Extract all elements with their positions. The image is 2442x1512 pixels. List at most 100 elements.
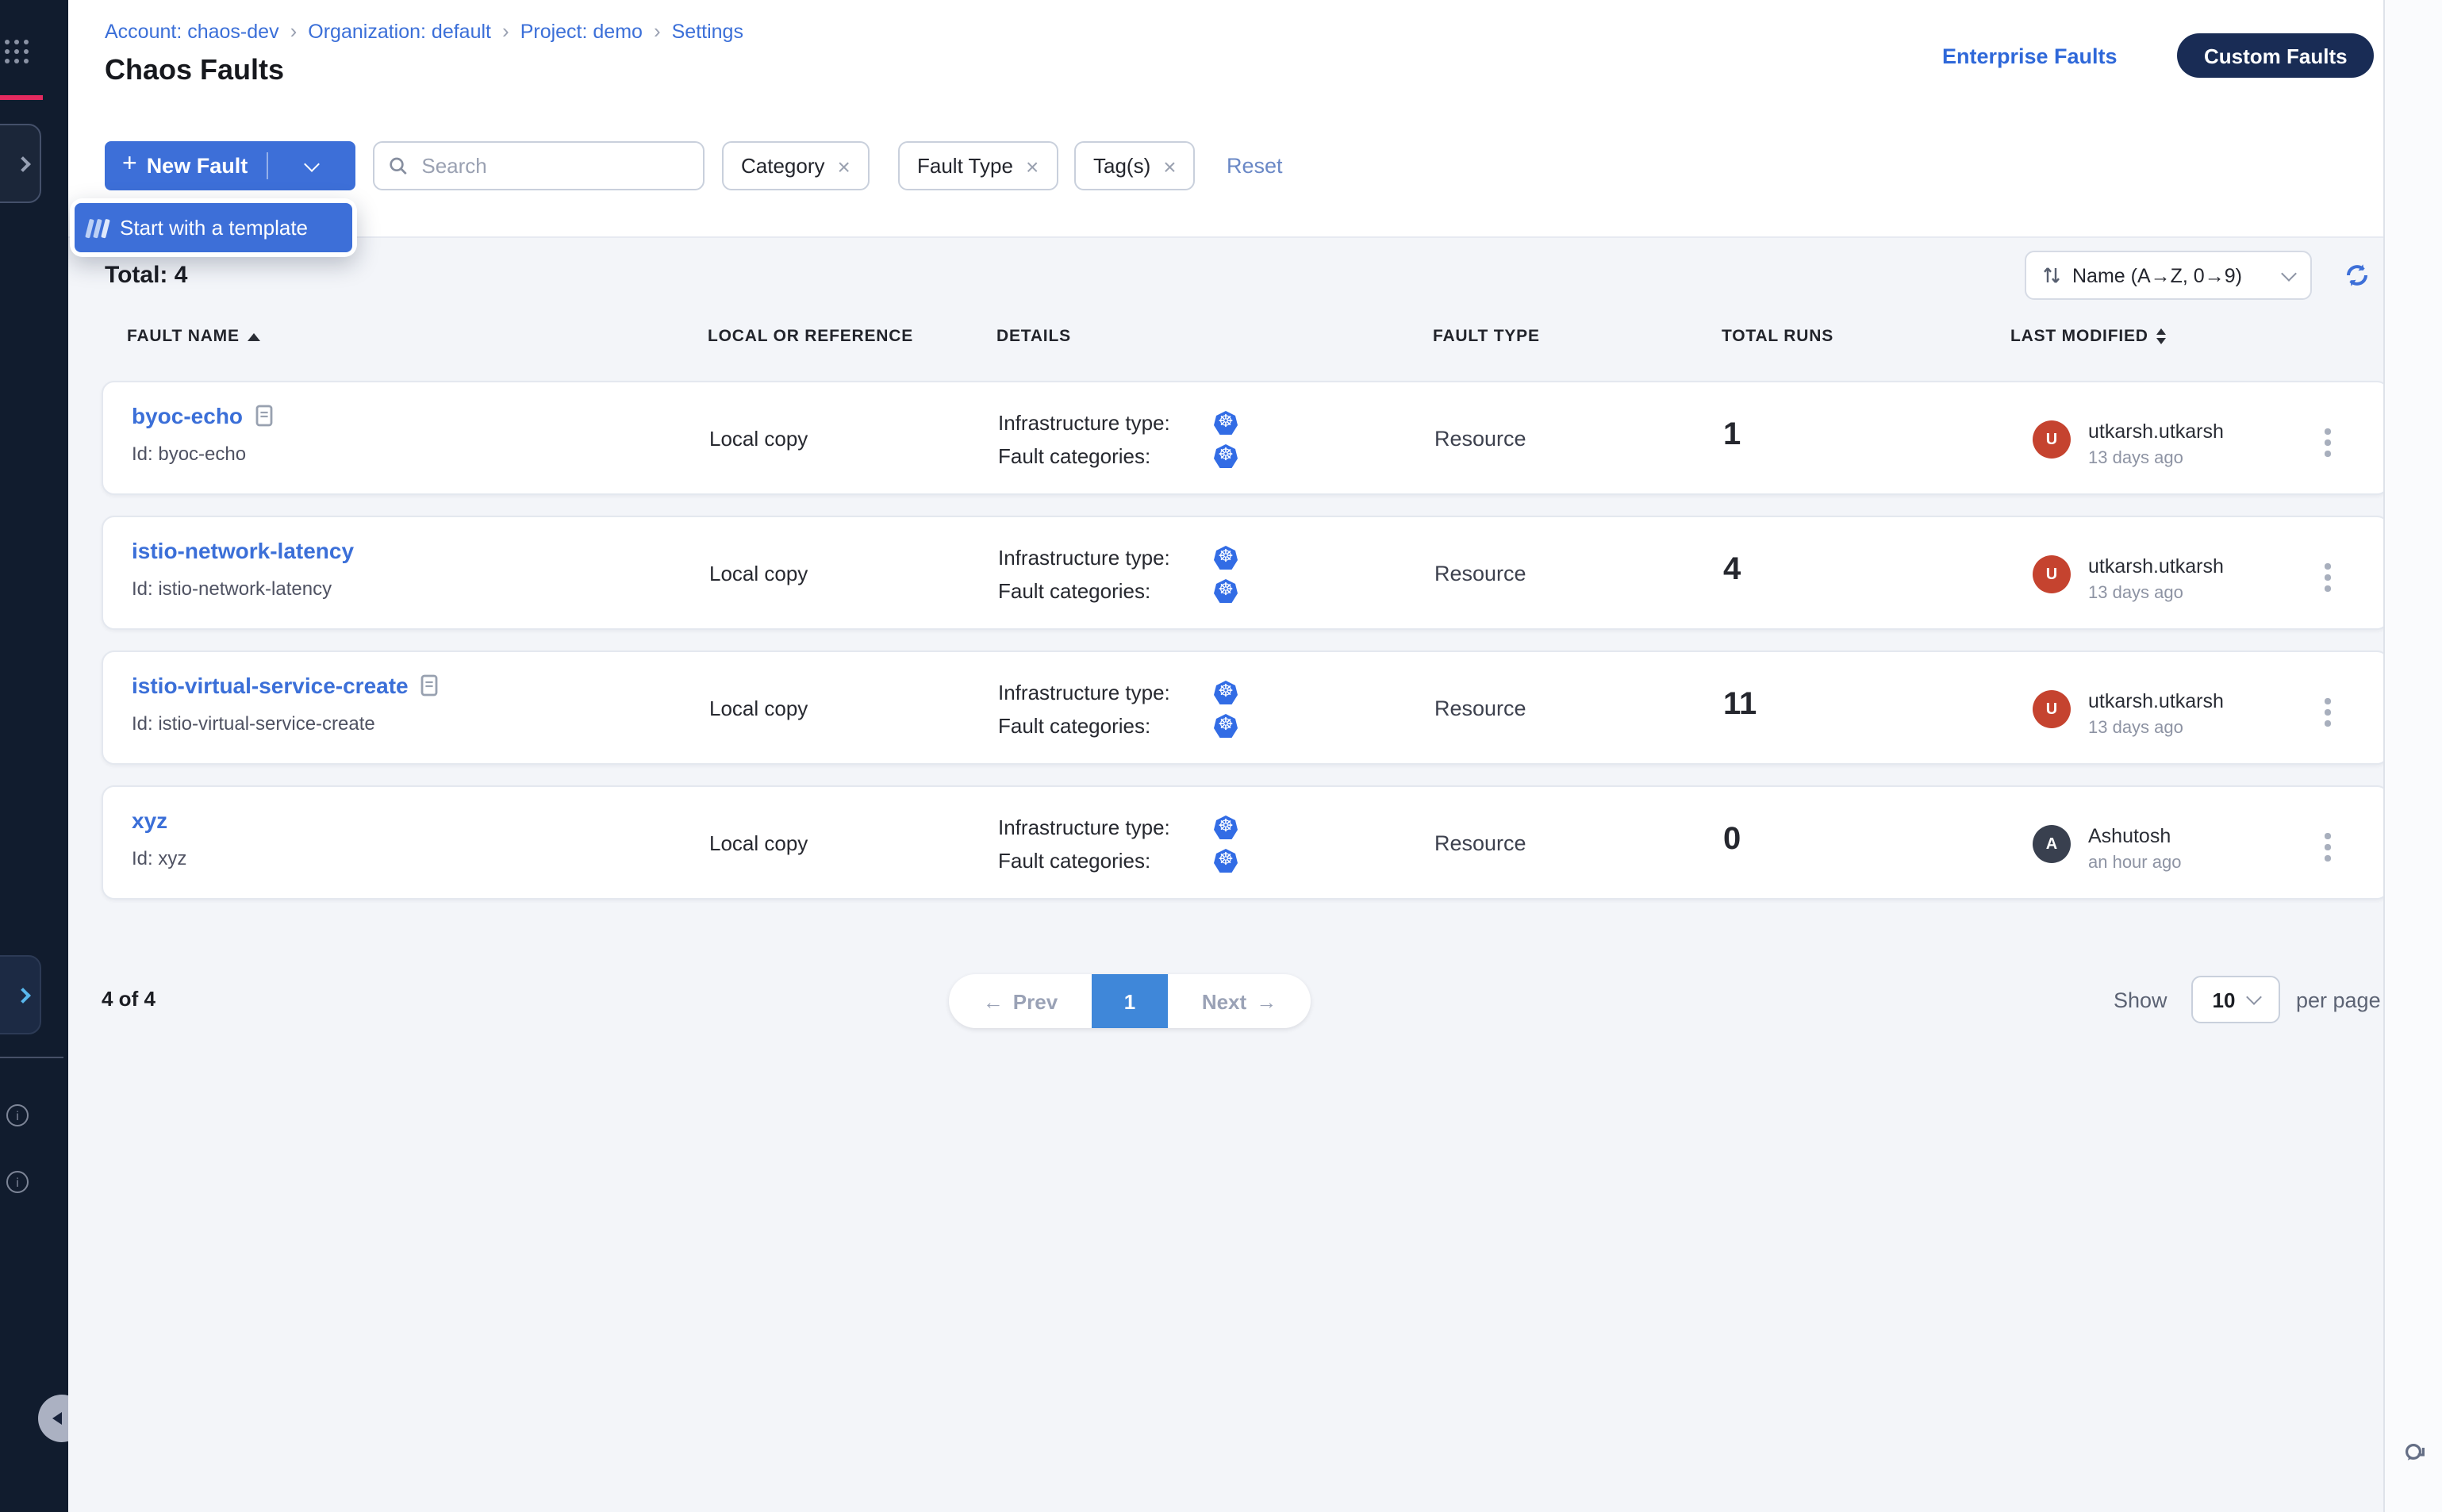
new-fault-dropdown-toggle[interactable] bbox=[268, 163, 355, 169]
row-menu-icon[interactable] bbox=[2318, 422, 2336, 462]
kubernetes-icon: ☸ bbox=[1214, 579, 1238, 603]
side-navigation: i i bbox=[0, 0, 68, 1512]
row-menu-icon[interactable] bbox=[2318, 827, 2336, 867]
new-fault-label: New Fault bbox=[147, 154, 248, 178]
search-box bbox=[373, 141, 705, 190]
filter-chip-tags[interactable]: Tag(s) × bbox=[1074, 141, 1196, 190]
document-icon[interactable] bbox=[421, 674, 439, 697]
scroll-gutter bbox=[2383, 0, 2442, 1512]
template-icon bbox=[87, 218, 107, 237]
show-label: Show bbox=[2114, 988, 2167, 1012]
modified-by: utkarsh.utkarsh bbox=[2088, 690, 2224, 712]
total-runs: 1 bbox=[1723, 417, 1741, 454]
app-grid-icon[interactable] bbox=[5, 40, 30, 65]
close-icon[interactable]: × bbox=[838, 153, 850, 178]
table-row: xyz Id: xyz Local copy Infrastructure ty… bbox=[102, 785, 2390, 900]
fault-id: Id: byoc-echo bbox=[132, 443, 246, 465]
sort-value: Name (A→Z, 0→9) bbox=[2072, 264, 2272, 286]
enterprise-faults-link[interactable]: Enterprise Faults bbox=[1942, 44, 2118, 68]
fault-type: Resource bbox=[1434, 697, 1526, 720]
close-icon[interactable]: × bbox=[1163, 153, 1176, 178]
custom-faults-button[interactable]: Custom Faults bbox=[2177, 33, 2375, 78]
filter-chip-fault-type[interactable]: Fault Type × bbox=[898, 141, 1058, 190]
column-header-local-or-reference: LOCAL OR REFERENCE bbox=[708, 327, 913, 346]
chip-label: Fault Type bbox=[917, 154, 1013, 178]
sort-select[interactable]: Name (A→Z, 0→9) bbox=[2025, 251, 2312, 300]
next-page-button[interactable]: Next→ bbox=[1168, 974, 1311, 1028]
sidebar-expand-button[interactable] bbox=[0, 955, 41, 1034]
kubernetes-icon: ☸ bbox=[1214, 444, 1238, 468]
pagination: ←Prev 1 Next→ bbox=[949, 974, 1311, 1028]
breadcrumb: Account: chaos-dev › Organization: defau… bbox=[105, 19, 743, 43]
filter-chip-category[interactable]: Category × bbox=[722, 141, 870, 190]
sidenav-collapse-handle[interactable] bbox=[38, 1395, 68, 1442]
chip-label: Category bbox=[741, 154, 825, 178]
close-icon[interactable]: × bbox=[1026, 153, 1039, 178]
table-row: istio-virtual-service-create Id: istio-v… bbox=[102, 650, 2390, 765]
info-icon[interactable]: i bbox=[6, 1171, 29, 1193]
reset-filters-link[interactable]: Reset bbox=[1227, 154, 1283, 178]
menu-item-label: Start with a template bbox=[120, 216, 308, 240]
document-icon[interactable] bbox=[255, 405, 273, 427]
local-or-reference: Local copy bbox=[709, 562, 808, 585]
row-menu-icon[interactable] bbox=[2318, 692, 2336, 732]
chevron-separator: › bbox=[654, 19, 661, 43]
details-cell: Infrastructure type:☸ Fault categories:☸ bbox=[998, 406, 1170, 473]
new-fault-button[interactable]: + New Fault bbox=[105, 141, 355, 190]
last-modified-cell: U utkarsh.utkarsh13 days ago bbox=[2033, 690, 2224, 738]
avatar: U bbox=[2033, 690, 2071, 728]
page-size-select[interactable]: 10 bbox=[2191, 976, 2280, 1023]
avatar: U bbox=[2033, 555, 2071, 593]
per-page-label: per page bbox=[2296, 988, 2381, 1012]
pagination-count: 4 of 4 bbox=[102, 987, 156, 1011]
module-expand-button[interactable] bbox=[0, 124, 41, 203]
column-header-fault-name[interactable]: FAULT NAME bbox=[127, 327, 260, 346]
menu-item-start-with-template[interactable]: Start with a template bbox=[75, 203, 352, 252]
search-input[interactable] bbox=[418, 152, 689, 179]
chevron-right-icon bbox=[15, 987, 31, 1003]
current-page-button[interactable]: 1 bbox=[1092, 974, 1168, 1028]
chevron-separator: › bbox=[502, 19, 509, 43]
sort-arrows-icon bbox=[2042, 265, 2061, 286]
breadcrumb-project[interactable]: Project: demo bbox=[520, 20, 643, 42]
row-menu-icon[interactable] bbox=[2318, 557, 2336, 597]
sort-both-icon bbox=[2156, 328, 2166, 344]
column-header-fault-type: FAULT TYPE bbox=[1433, 327, 1540, 346]
info-icon[interactable]: i bbox=[6, 1104, 29, 1126]
fault-type: Resource bbox=[1434, 831, 1526, 855]
fault-name-link[interactable]: istio-virtual-service-create bbox=[132, 673, 439, 698]
refresh-button[interactable] bbox=[2344, 262, 2371, 297]
fault-type: Resource bbox=[1434, 562, 1526, 585]
modified-by: utkarsh.utkarsh bbox=[2088, 555, 2224, 578]
chevron-down-icon bbox=[304, 155, 320, 171]
modified-by: Ashutosh bbox=[2088, 825, 2181, 847]
total-runs: 4 bbox=[1723, 552, 1741, 589]
table-row: istio-network-latency Id: istio-network-… bbox=[102, 516, 2390, 630]
search-icon bbox=[389, 155, 407, 176]
breadcrumb-account[interactable]: Account: chaos-dev bbox=[105, 20, 279, 42]
fault-name-link[interactable]: istio-network-latency bbox=[132, 538, 354, 563]
column-header-last-modified[interactable]: LAST MODIFIED bbox=[2010, 327, 2166, 346]
fault-name-link[interactable]: xyz bbox=[132, 808, 167, 833]
chevron-separator: › bbox=[290, 19, 298, 43]
total-count: Total: 4 bbox=[105, 262, 187, 289]
modified-time: an hour ago bbox=[2088, 854, 2181, 873]
brand-accent-line bbox=[0, 95, 43, 99]
arrow-right-icon: → bbox=[1256, 989, 1277, 1013]
chip-label: Tag(s) bbox=[1093, 154, 1150, 178]
kubernetes-icon: ☸ bbox=[1214, 714, 1238, 738]
breadcrumb-settings[interactable]: Settings bbox=[672, 20, 743, 42]
avatar: A bbox=[2033, 825, 2071, 863]
fault-name-link[interactable]: byoc-echo bbox=[132, 403, 273, 428]
prev-page-button[interactable]: ←Prev bbox=[949, 974, 1092, 1028]
fault-id: Id: istio-virtual-service-create bbox=[132, 712, 375, 735]
kubernetes-icon: ☸ bbox=[1214, 411, 1238, 435]
details-cell: Infrastructure type:☸ Fault categories:☸ bbox=[998, 541, 1170, 608]
breadcrumb-organization[interactable]: Organization: default bbox=[308, 20, 491, 42]
column-header-details: DETAILS bbox=[996, 327, 1071, 346]
chat-support-icon[interactable] bbox=[2402, 1441, 2429, 1476]
sort-ascending-icon bbox=[248, 332, 260, 340]
last-modified-cell: U utkarsh.utkarsh13 days ago bbox=[2033, 420, 2224, 468]
page-title: Chaos Faults bbox=[105, 54, 284, 87]
fault-type: Resource bbox=[1434, 427, 1526, 451]
